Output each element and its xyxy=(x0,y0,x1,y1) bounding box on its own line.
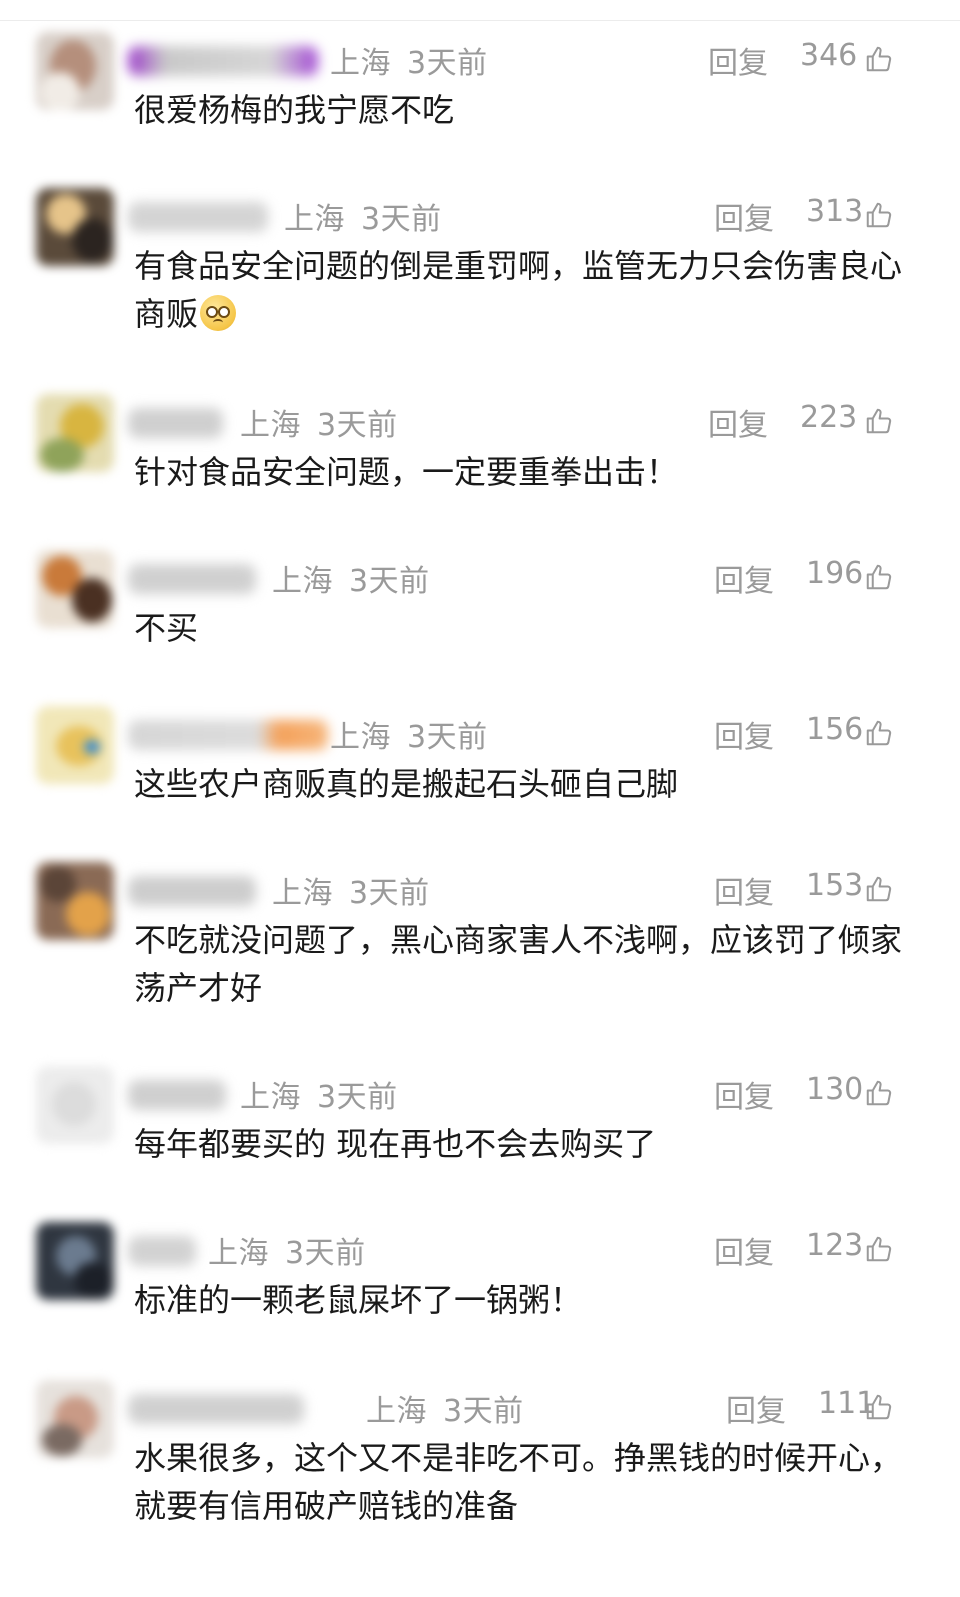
username-blurred[interactable] xyxy=(128,202,268,232)
reply-button[interactable]: 回复 xyxy=(714,194,774,238)
comment-text: 不吃就没问题了，黑心商家害人不浅啊，应该罚了倾家荡产才好 xyxy=(134,921,903,1007)
like-count: 130 xyxy=(806,1072,864,1107)
reply-button[interactable]: 回复 xyxy=(714,556,774,600)
comment-text: 水果很多，这个又不是非吃不可。挣黑钱的时候开心，就要有信用破产赔钱的准备 xyxy=(134,1439,903,1525)
reply-button[interactable]: 回复 xyxy=(708,400,768,444)
reply-button[interactable]: 回复 xyxy=(714,868,774,912)
like-count: 313 xyxy=(806,194,864,229)
time-label: 3天前 xyxy=(285,1236,366,1271)
location-label: 上海 xyxy=(272,876,333,911)
comment-text: 不买 xyxy=(134,609,199,647)
avatar[interactable] xyxy=(36,394,114,472)
comment-text: 针对食品安全问题，一定要重拳出击！ xyxy=(134,453,679,491)
reply-button[interactable]: 回复 xyxy=(714,712,774,756)
comment-text: 每年都要买的 现在再也不会去购买了 xyxy=(134,1125,657,1163)
avatar[interactable] xyxy=(36,188,114,266)
comment-meta: 上海 3天前 xyxy=(272,868,430,912)
location-label: 上海 xyxy=(240,1080,301,1115)
username-blurred[interactable] xyxy=(128,1236,196,1266)
comment-meta: 上海 3天前 xyxy=(284,194,442,238)
avatar[interactable] xyxy=(36,1066,114,1144)
thumbs-up-icon[interactable] xyxy=(864,718,894,748)
avatar[interactable] xyxy=(36,1380,114,1458)
comment-text: 标准的一颗老鼠屎坏了一锅粥！ xyxy=(134,1281,583,1319)
avatar[interactable] xyxy=(36,550,114,628)
comment-meta: 上海 3天前 xyxy=(240,1072,398,1116)
like-count: 123 xyxy=(806,1228,864,1263)
comment-meta: 上海 3天前 xyxy=(240,400,398,444)
time-label: 3天前 xyxy=(361,202,442,237)
username-blurred[interactable] xyxy=(128,46,318,76)
like-count: 223 xyxy=(800,400,858,435)
comment-meta: 上海 3天前 xyxy=(330,38,488,82)
thumbs-up-icon[interactable] xyxy=(864,562,894,592)
username-blurred[interactable] xyxy=(128,1394,304,1424)
time-label: 3天前 xyxy=(407,46,488,81)
reply-button[interactable]: 回复 xyxy=(708,38,768,82)
location-label: 上海 xyxy=(284,202,345,237)
reply-button[interactable]: 回复 xyxy=(714,1228,774,1272)
comment-text-body: 有食品安全问题的倒是重罚啊，监管无力只会伤害良心商贩 xyxy=(134,247,903,333)
like-count: 346 xyxy=(800,38,858,73)
reply-button[interactable]: 回复 xyxy=(726,1386,786,1430)
location-label: 上海 xyxy=(330,46,391,81)
like-count: 153 xyxy=(806,868,864,903)
username-blurred[interactable] xyxy=(128,720,328,750)
comment-meta: 上海 3天前 xyxy=(272,556,430,600)
thumbs-up-icon[interactable] xyxy=(864,200,894,230)
username-blurred[interactable] xyxy=(128,1080,226,1110)
location-label: 上海 xyxy=(272,564,333,599)
comment-text: 有食品安全问题的倒是重罚啊，监管无力只会伤害良心商贩 xyxy=(134,242,914,338)
location-label: 上海 xyxy=(240,408,301,443)
like-count: 196 xyxy=(806,556,864,591)
thumbs-up-icon[interactable] xyxy=(864,1234,894,1264)
comment-meta: 上海 3天前 xyxy=(330,712,488,756)
like-count: 156 xyxy=(806,712,864,747)
time-label: 3天前 xyxy=(443,1394,524,1429)
avatar[interactable] xyxy=(36,862,114,940)
avatar[interactable] xyxy=(36,1222,114,1300)
time-label: 3天前 xyxy=(317,408,398,443)
thumbs-up-icon[interactable] xyxy=(864,1078,894,1108)
pleading-face-emoji xyxy=(200,295,237,331)
thumbs-up-icon[interactable] xyxy=(864,874,894,904)
top-divider xyxy=(0,20,960,21)
time-label: 3天前 xyxy=(317,1080,398,1115)
comment-meta: 上海 3天前 xyxy=(366,1386,524,1430)
reply-button[interactable]: 回复 xyxy=(714,1072,774,1116)
comment-text: 很爱杨梅的我宁愿不吃 xyxy=(134,91,455,129)
thumbs-up-icon[interactable] xyxy=(864,1392,894,1422)
location-label: 上海 xyxy=(330,720,391,755)
username-blurred[interactable] xyxy=(128,564,256,594)
time-label: 3天前 xyxy=(349,876,430,911)
comment-meta: 上海 3天前 xyxy=(208,1228,366,1272)
comment-text: 这些农户商贩真的是搬起石头砸自己脚 xyxy=(134,765,679,803)
avatar[interactable] xyxy=(36,32,114,110)
location-label: 上海 xyxy=(208,1236,269,1271)
username-blurred[interactable] xyxy=(128,408,223,438)
location-label: 上海 xyxy=(366,1394,427,1429)
thumbs-up-icon[interactable] xyxy=(864,406,894,436)
username-blurred[interactable] xyxy=(128,876,256,906)
time-label: 3天前 xyxy=(407,720,488,755)
time-label: 3天前 xyxy=(349,564,430,599)
thumbs-up-icon[interactable] xyxy=(864,44,894,74)
avatar[interactable] xyxy=(36,706,114,784)
